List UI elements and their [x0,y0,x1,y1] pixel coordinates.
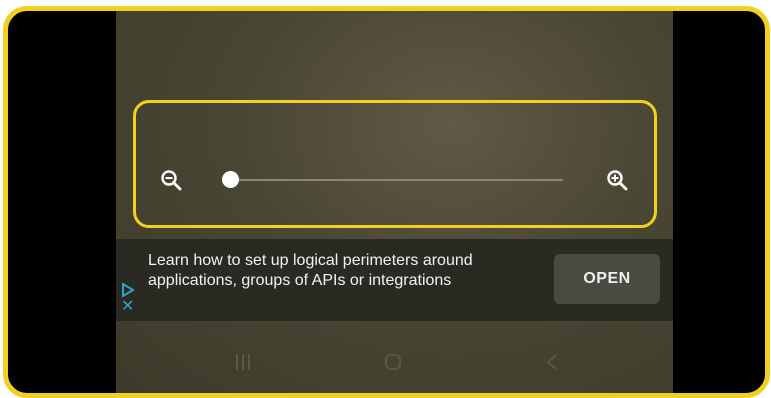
ad-choices-icon[interactable] [121,283,135,297]
recents-icon[interactable] [232,351,254,373]
ad-banner[interactable]: Learn how to set up logical perimeters a… [116,239,673,321]
ad-text[interactable]: Learn how to set up logical perimeters a… [148,251,508,291]
zoom-in-icon[interactable] [606,169,628,191]
back-icon[interactable] [541,351,563,373]
system-nav-bar [116,327,673,393]
device-frame: Learn how to set up logical perimeters a… [3,6,770,398]
zoom-out-icon[interactable] [160,169,182,191]
open-button[interactable]: OPEN [554,254,660,304]
zoom-slider-track[interactable] [228,179,563,181]
zoom-control-highlight [133,100,657,228]
app-screen: Learn how to set up logical perimeters a… [116,11,673,393]
home-icon[interactable] [382,351,404,373]
ad-close-icon[interactable]: ✕ [121,299,134,315]
zoom-slider-thumb[interactable] [221,171,239,188]
